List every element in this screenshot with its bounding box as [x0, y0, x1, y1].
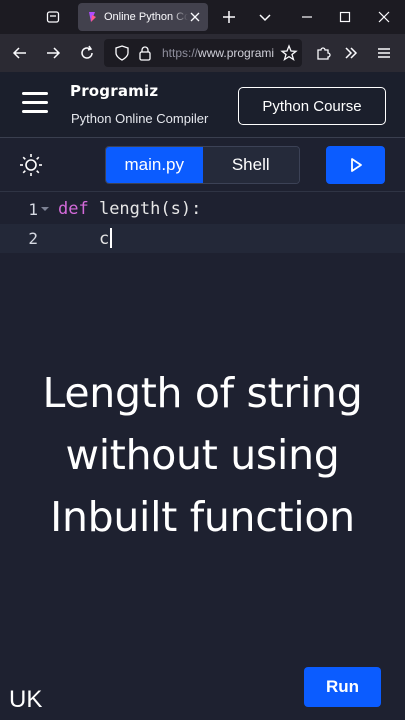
lock-icon[interactable] [138, 45, 152, 61]
hamburger-menu-icon[interactable] [22, 92, 48, 114]
code-text: c [58, 228, 113, 249]
browser-tab-title: Online Python Compiler [104, 11, 188, 23]
fold-arrow-icon[interactable] [40, 204, 50, 214]
watermark-text: UK [9, 686, 43, 713]
app-menu-icon[interactable] [373, 42, 395, 64]
sun-theme-icon[interactable] [18, 152, 44, 178]
tab-shell[interactable]: Shell [202, 147, 299, 183]
line-number: 1 [28, 200, 38, 219]
chevron-down-icon[interactable] [254, 6, 276, 28]
programiz-logo[interactable]: Programiz [70, 82, 158, 100]
window-minimize-icon[interactable] [296, 6, 318, 28]
python-course-button[interactable]: Python Course [238, 87, 386, 125]
reload-icon[interactable] [76, 42, 98, 64]
site-header: Programiz Python Online Compiler Python … [0, 72, 405, 138]
new-tab-plus-icon[interactable] [218, 6, 240, 28]
caption-line: Length of string [42, 369, 363, 417]
caption-line: Inbuilt function [50, 493, 355, 541]
code-rest: c [58, 229, 110, 249]
run-play-button[interactable] [326, 146, 385, 184]
code-text: def length(s): [58, 199, 201, 219]
file-tabs: main.py Shell [105, 146, 300, 184]
browser-nav-bar: https://www.programiz.com [0, 34, 405, 72]
tab-main-py[interactable]: main.py [106, 147, 203, 183]
code-line-current[interactable]: 2 c [0, 224, 405, 253]
overflow-chevrons-icon[interactable] [340, 42, 362, 64]
url-text[interactable]: https://www.programiz.com [162, 46, 274, 60]
text-caret [110, 228, 113, 248]
window-maximize-icon[interactable] [334, 6, 356, 28]
run-button[interactable]: Run [304, 667, 381, 707]
url-bar[interactable]: https://www.programiz.com [104, 39, 302, 67]
code-rest: length(s): [88, 199, 202, 219]
play-icon [350, 158, 362, 172]
line-number: 2 [28, 229, 38, 248]
bookmark-star-icon[interactable] [280, 44, 298, 62]
extensions-puzzle-icon[interactable] [312, 42, 334, 64]
back-arrow-icon[interactable] [9, 42, 31, 64]
browser-tab-strip: Online Python Compiler [0, 0, 405, 34]
video-caption: Length of string without using Inbuilt f… [0, 362, 405, 548]
keyword-def: def [58, 199, 89, 219]
code-line[interactable]: 1 def length(s): [0, 195, 405, 224]
browser-tab-active[interactable]: Online Python Compiler [78, 3, 208, 31]
programiz-favicon-icon [89, 12, 96, 22]
forward-arrow-icon[interactable] [42, 42, 64, 64]
shield-icon[interactable] [114, 45, 130, 61]
window-close-icon[interactable] [373, 6, 395, 28]
editor-toolbar: main.py Shell [0, 138, 405, 192]
tab-list-icon[interactable] [36, 0, 70, 34]
page-subtitle: Python Online Compiler [71, 111, 209, 126]
tab-close-icon[interactable] [188, 10, 202, 24]
caption-line: without using [65, 431, 340, 479]
url-scheme: https:// [162, 46, 199, 60]
url-host: www.programiz.com [198, 46, 274, 60]
